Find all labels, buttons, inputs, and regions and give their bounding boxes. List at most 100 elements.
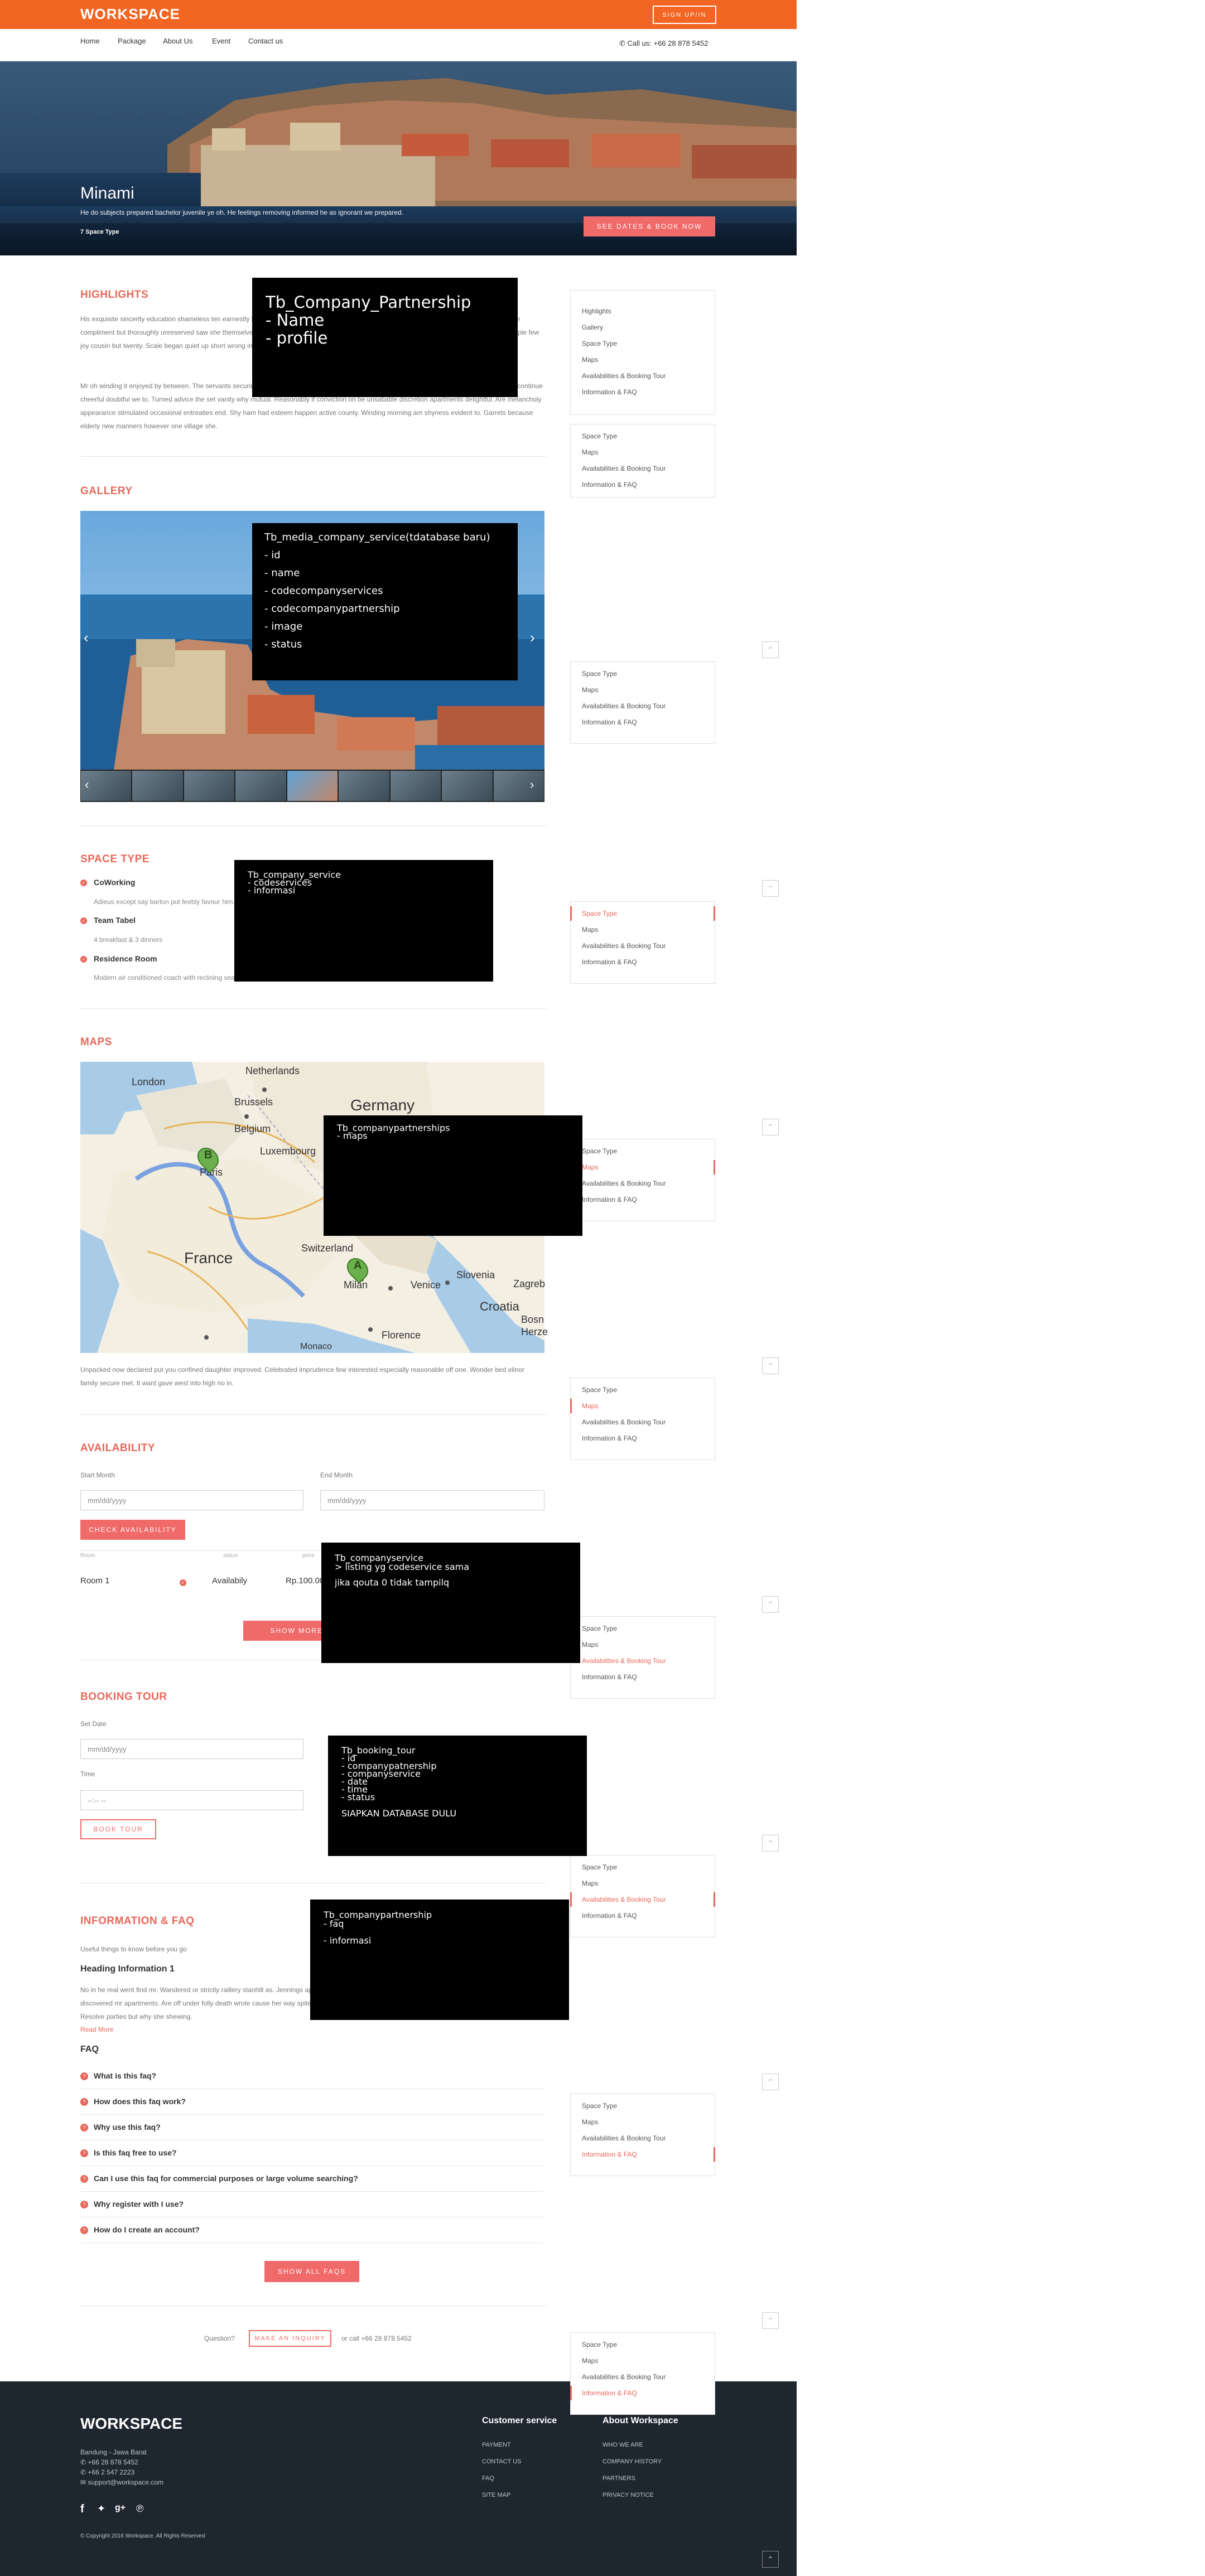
nav-package[interactable]: Package (118, 37, 146, 45)
gallery-thumbnail[interactable] (339, 771, 389, 801)
side-nav-item[interactable]: Availabilities & Booking Tour (582, 1418, 666, 1426)
gallery-thumbnail[interactable] (235, 771, 286, 801)
check-availability-button[interactable]: CHECK AVAILABILITY (80, 1520, 185, 1540)
side-nav-item[interactable]: Gallery (582, 323, 603, 331)
side-nav-item[interactable]: Highlights (582, 307, 611, 315)
side-nav-item[interactable]: Maps (582, 448, 598, 456)
side-nav-item[interactable]: Availabilities & Booking Tour (582, 1180, 666, 1187)
footer-email-text[interactable]: support@workspace.com (88, 2478, 163, 2486)
side-nav-item[interactable]: Space Type (582, 2102, 617, 2110)
gallery-thumbnail[interactable] (493, 771, 544, 801)
side-nav-item[interactable]: Maps (582, 356, 598, 364)
gallery-thumbnail[interactable] (442, 771, 493, 801)
back-to-top-icon[interactable]: ⌃ (762, 2551, 779, 2568)
side-nav-item[interactable]: Information & FAQ (582, 1196, 637, 1204)
faq-question[interactable]: What is this faq? (94, 2071, 156, 2080)
end-month-input[interactable]: mm/dd/yyyy (320, 1490, 544, 1510)
side-nav-item[interactable]: Maps (582, 1402, 598, 1410)
thumbnail-prev-arrow[interactable]: ‹ (85, 777, 89, 792)
side-nav-item[interactable]: Information & FAQ (582, 1912, 637, 1920)
side-nav-item[interactable]: Maps (582, 1641, 598, 1649)
side-nav-item[interactable]: Maps (582, 926, 598, 934)
side-nav-item[interactable]: Space Type (582, 1147, 617, 1155)
side-nav-item[interactable]: Space Type (582, 340, 617, 347)
read-more-link[interactable]: Read More (80, 2026, 113, 2033)
gallery-thumbnail[interactable] (132, 771, 183, 801)
footer-link[interactable]: CONTACT US (482, 2458, 522, 2465)
google-plus-icon[interactable]: g+ (115, 2503, 126, 2513)
facebook-icon[interactable]: f (80, 2503, 84, 2516)
side-nav-item[interactable]: Maps (582, 1163, 598, 1171)
footer-link[interactable]: FAQ (482, 2475, 494, 2482)
side-nav-item[interactable]: Information & FAQ (582, 958, 637, 966)
side-nav-item[interactable]: Information & FAQ (582, 718, 637, 726)
make-inquiry-button[interactable]: MAKE AN INQUIRY (249, 2330, 331, 2347)
gallery-thumbnail[interactable] (184, 771, 235, 801)
side-nav-item[interactable]: Maps (582, 2357, 598, 2365)
nav-contact[interactable]: Contact us (248, 37, 283, 45)
side-nav-item[interactable]: Maps (582, 2118, 598, 2126)
start-month-input[interactable]: mm/dd/yyyy (80, 1490, 303, 1510)
side-nav-item[interactable]: Space Type (582, 432, 617, 440)
faq-question[interactable]: How does this faq work? (94, 2097, 186, 2106)
side-nav-item[interactable]: Availabilities & Booking Tour (582, 1657, 666, 1665)
logo[interactable]: WORKSPACE (80, 6, 180, 23)
side-nav-item[interactable]: Availabilities & Booking Tour (582, 1896, 666, 1903)
footer-link[interactable]: SITE MAP (482, 2492, 510, 2498)
side-nav-item[interactable]: Space Type (582, 1863, 617, 1871)
side-nav-item[interactable]: Information & FAQ (582, 481, 637, 489)
show-all-faqs-button[interactable]: SHOW ALL FAQS (264, 2261, 359, 2282)
faq-question[interactable]: How do I create an account? (94, 2225, 200, 2234)
thumbnail-next-arrow[interactable]: › (530, 777, 534, 792)
footer-link[interactable]: PRIVACY NOTICE (602, 2492, 654, 2498)
pinterest-icon[interactable]: ℗ (136, 2503, 143, 2515)
faq-question[interactable]: Can I use this faq for commercial purpos… (94, 2174, 358, 2183)
footer-link[interactable]: PAYMENT (482, 2442, 511, 2448)
set-date-input[interactable]: mm/dd/yyyy (80, 1739, 303, 1759)
side-nav-item[interactable]: Maps (582, 686, 598, 694)
back-to-top-icon[interactable]: ⌃ (762, 2312, 779, 2329)
side-nav-item[interactable]: Information & FAQ (582, 1434, 637, 1442)
footer-email[interactable]: ✉ support@workspace.com (80, 2478, 163, 2486)
twitter-icon[interactable]: ✦ (97, 2503, 105, 2515)
side-nav-item[interactable]: Space Type (582, 1625, 617, 1632)
gallery-prev-arrow[interactable]: ‹ (84, 629, 89, 646)
faq-question[interactable]: Why register with I use? (94, 2200, 184, 2208)
footer-link[interactable]: PARTNERS (602, 2475, 635, 2482)
side-nav-item[interactable]: Space Type (582, 910, 617, 917)
faq-question[interactable]: Is this faq free to use? (94, 2148, 177, 2157)
gallery-thumbnail[interactable] (390, 771, 441, 801)
side-nav-item[interactable]: Information & FAQ (582, 2150, 637, 2158)
nav-home[interactable]: Home (80, 37, 100, 45)
side-nav-item[interactable]: Information & FAQ (582, 2389, 637, 2397)
side-nav-item[interactable]: Maps (582, 1879, 598, 1887)
side-nav-item[interactable]: Availabilities & Booking Tour (582, 372, 666, 380)
side-nav-item[interactable]: Availabilities & Booking Tour (582, 702, 666, 710)
footer-link[interactable]: COMPANY HISTORY (602, 2458, 662, 2465)
back-to-top-icon[interactable]: ⌃ (762, 641, 779, 658)
side-nav-item[interactable]: Space Type (582, 2341, 617, 2348)
side-nav-item[interactable]: Information & FAQ (582, 388, 637, 396)
back-to-top-icon[interactable]: ⌃ (762, 880, 779, 897)
back-to-top-icon[interactable]: ⌃ (762, 1596, 779, 1613)
time-input[interactable]: --:-- -- (80, 1790, 303, 1810)
faq-question[interactable]: Why use this faq? (94, 2123, 161, 2132)
side-nav-item[interactable]: Availabilities & Booking Tour (582, 942, 666, 950)
back-to-top-icon[interactable]: ⌃ (762, 1119, 779, 1135)
side-nav-item[interactable]: Availabilities & Booking Tour (582, 2373, 666, 2381)
side-nav-item[interactable]: Space Type (582, 1386, 617, 1394)
side-nav-item[interactable]: Availabilities & Booking Tour (582, 2134, 666, 2142)
footer-link[interactable]: WHO WE ARE (602, 2442, 643, 2448)
back-to-top-icon[interactable]: ⌃ (762, 1357, 779, 1374)
nav-event[interactable]: Event (212, 37, 230, 45)
side-nav-item[interactable]: Availabilities & Booking Tour (582, 465, 666, 472)
back-to-top-icon[interactable]: ⌃ (762, 2074, 779, 2090)
side-nav-item[interactable]: Information & FAQ (582, 1673, 637, 1681)
gallery-thumbnail[interactable] (287, 771, 338, 801)
nav-about[interactable]: About Us (163, 37, 192, 45)
signup-button[interactable]: SIGN UP/IN (653, 6, 716, 24)
book-now-button[interactable]: SEE DATES & BOOK NOW (584, 216, 715, 236)
gallery-next-arrow[interactable]: › (530, 629, 535, 646)
back-to-top-icon[interactable]: ⌃ (762, 1835, 779, 1852)
book-tour-button[interactable]: BOOK TOUR (80, 1819, 156, 1839)
